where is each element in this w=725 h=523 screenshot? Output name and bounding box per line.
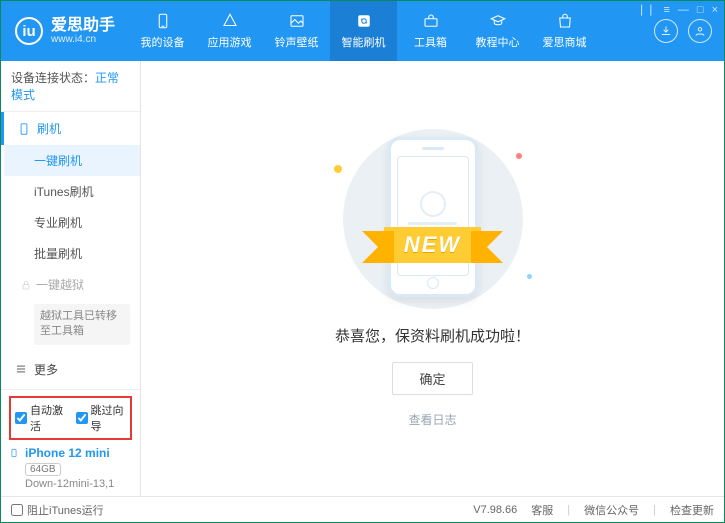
ribbon-text: NEW xyxy=(384,227,481,263)
separator-icon: | xyxy=(567,504,570,516)
check-update-link[interactable]: 检查更新 xyxy=(670,502,714,518)
sidebar-item-batch-flash[interactable]: 批量刷机 xyxy=(4,238,140,269)
pin-button[interactable]: ❘❘ xyxy=(637,3,655,16)
view-log-link[interactable]: 查看日志 xyxy=(408,411,456,428)
phone-icon xyxy=(153,12,173,30)
nav-label: 教程中心 xyxy=(476,34,520,50)
connection-status: 设备连接状态：正常模式 xyxy=(1,61,140,112)
brand: iu 爱思助手 www.i4.cn xyxy=(1,1,129,61)
nav-label: 应用游戏 xyxy=(208,34,252,50)
success-illustration: NEW xyxy=(328,129,538,309)
minimize-button[interactable]: — xyxy=(678,4,689,16)
jailbreak-note: 越狱工具已转移至工具箱 xyxy=(34,304,130,345)
apps-icon xyxy=(220,12,240,30)
sidebar-item-itunes-flash[interactable]: iTunes刷机 xyxy=(4,176,140,207)
nav-tutorial[interactable]: 教程中心 xyxy=(464,1,531,61)
download-button[interactable] xyxy=(654,19,678,43)
block-itunes-checkbox[interactable]: 阻止iTunes运行 xyxy=(11,502,104,518)
header: iu 爱思助手 www.i4.cn 我的设备 应用游戏 铃声壁纸 智能刷机 xyxy=(1,1,724,61)
list-icon xyxy=(14,362,28,376)
nav-apps-games[interactable]: 应用游戏 xyxy=(196,1,263,61)
device-identifier: Down-12mini-13,1 xyxy=(25,478,132,490)
device-storage: 64GB xyxy=(25,463,61,476)
auto-activate-checkbox[interactable]: 自动激活 xyxy=(15,402,66,434)
image-icon xyxy=(287,12,307,30)
auto-activate-label: 自动激活 xyxy=(30,402,66,434)
menu-button[interactable]: ≡ xyxy=(663,4,669,16)
body: 设备连接状态：正常模式 刷机 一键刷机 iTunes刷机 专业刷机 批量刷机 xyxy=(1,61,724,496)
device-name-text: iPhone 12 mini xyxy=(25,446,110,460)
brand-url: www.i4.cn xyxy=(51,34,115,45)
conn-label: 设备连接状态： xyxy=(11,71,95,85)
sidebar-item-jailbreak: 一键越狱 xyxy=(4,269,140,300)
maximize-button[interactable]: □ xyxy=(697,4,704,16)
app-window: iu 爱思助手 www.i4.cn 我的设备 应用游戏 铃声壁纸 智能刷机 xyxy=(0,0,725,523)
brand-logo-icon: iu xyxy=(15,17,43,45)
main-content: NEW 恭喜您，保资料刷机成功啦！ 确定 查看日志 xyxy=(141,61,724,496)
sidebar: 设备连接状态：正常模式 刷机 一键刷机 iTunes刷机 专业刷机 批量刷机 xyxy=(1,61,141,496)
nav-smart-flash[interactable]: 智能刷机 xyxy=(330,1,397,61)
nav-label: 智能刷机 xyxy=(342,34,386,50)
sidebar-item-pro-flash[interactable]: 专业刷机 xyxy=(4,207,140,238)
nav-ring-wall[interactable]: 铃声壁纸 xyxy=(263,1,330,61)
skip-wizard-checkbox[interactable]: 跳过向导 xyxy=(76,402,127,434)
footer: 阻止iTunes运行 V7.98.66 客服 | 微信公众号 | 检查更新 xyxy=(1,496,724,522)
block-itunes-label: 阻止iTunes运行 xyxy=(27,502,104,518)
success-message: 恭喜您，保资料刷机成功啦！ xyxy=(335,325,530,346)
sidebar-group-more[interactable]: 更多 xyxy=(4,353,140,386)
sidebar-bottom: 自动激活 跳过向导 iPhone 12 mini 64GB Down-12min… xyxy=(1,389,140,496)
nav-label: 铃声壁纸 xyxy=(275,34,319,50)
nav-label: 我的设备 xyxy=(141,34,185,50)
window-controls: ❘❘ ≡ — □ × xyxy=(637,3,718,16)
user-button[interactable] xyxy=(688,19,712,43)
sidebar-scroll[interactable]: 刷机 一键刷机 iTunes刷机 专业刷机 批量刷机 一键越狱 越狱工具已转移至… xyxy=(1,112,140,389)
nav-store[interactable]: 爱思商城 xyxy=(531,1,598,61)
refresh-icon xyxy=(354,12,374,30)
customer-service-link[interactable]: 客服 xyxy=(531,502,553,518)
nav-label: 工具箱 xyxy=(414,34,447,50)
separator-icon: | xyxy=(653,504,656,516)
brand-name: 爱思助手 xyxy=(51,17,115,35)
phone-icon xyxy=(9,446,19,460)
wechat-link[interactable]: 微信公众号 xyxy=(584,502,639,518)
sidebar-item-one-key-flash[interactable]: 一键刷机 xyxy=(4,145,140,176)
lock-icon xyxy=(20,279,32,291)
sidebar-group-flash[interactable]: 刷机 xyxy=(1,112,140,145)
group-title: 刷机 xyxy=(37,120,61,137)
new-ribbon: NEW xyxy=(328,225,538,265)
graduation-icon xyxy=(488,12,508,30)
options-row: 自动激活 跳过向导 xyxy=(9,396,132,440)
phone-icon xyxy=(17,122,31,136)
toolbox-icon xyxy=(421,12,441,30)
jailbreak-title: 一键越狱 xyxy=(36,276,84,293)
version-label: V7.98.66 xyxy=(473,504,517,516)
close-button[interactable]: × xyxy=(712,4,718,16)
group-title: 更多 xyxy=(34,361,58,378)
nav-toolbox[interactable]: 工具箱 xyxy=(397,1,464,61)
ok-button[interactable]: 确定 xyxy=(392,362,472,395)
nav-my-device[interactable]: 我的设备 xyxy=(129,1,196,61)
nav-label: 爱思商城 xyxy=(543,34,587,50)
skip-wizard-label: 跳过向导 xyxy=(91,402,127,434)
top-nav: 我的设备 应用游戏 铃声壁纸 智能刷机 工具箱 教程中心 xyxy=(129,1,654,61)
device-name[interactable]: iPhone 12 mini xyxy=(9,446,132,460)
bag-icon xyxy=(555,12,575,30)
phone-illustration-icon xyxy=(388,137,478,297)
